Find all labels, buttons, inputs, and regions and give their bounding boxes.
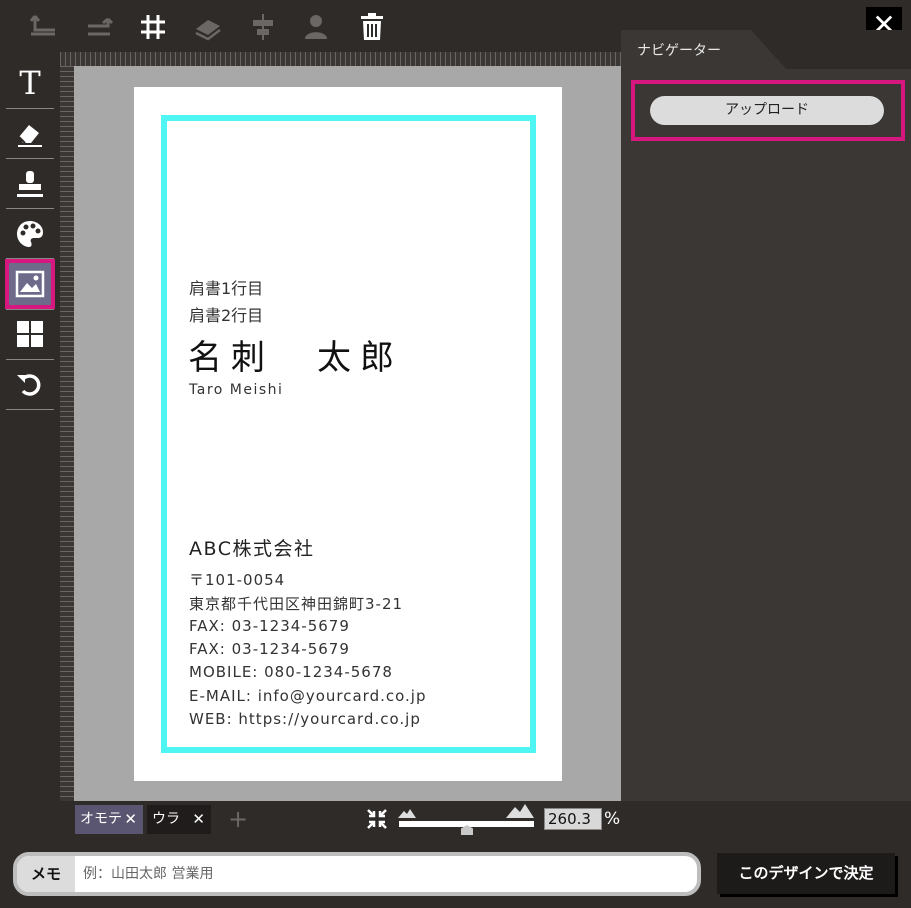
close-icon[interactable]: ✕ [192, 805, 205, 834]
business-card[interactable]: 肩書1行目 肩書2行目 名刺 太郎 Taro Meishi ABC株式会社 〒1… [134, 87, 562, 781]
close-icon[interactable]: ✕ [124, 805, 137, 834]
layout-icon[interactable] [5, 309, 55, 359]
zoom-in-icon[interactable] [506, 803, 534, 818]
navigator-tab-label: ナビゲーター [637, 43, 721, 59]
card-address-line[interactable]: 東京都千代田区神田錦町3-21 [189, 593, 403, 614]
page-tab-label: ウラ [152, 811, 180, 827]
trash-icon[interactable] [355, 10, 389, 44]
card-company[interactable]: ABC株式会社 [189, 534, 314, 561]
divider [6, 409, 54, 410]
horizontal-ruler [60, 52, 621, 66]
design-canvas[interactable]: 肩書1行目 肩書2行目 名刺 太郎 Taro Meishi ABC株式会社 〒1… [74, 66, 621, 801]
card-title-line2[interactable]: 肩書2行目 [189, 302, 263, 326]
vertical-ruler [60, 66, 74, 801]
palette-icon[interactable] [5, 209, 55, 259]
image-icon[interactable] [5, 259, 55, 309]
confirm-design-button[interactable]: このデザインで決定 [717, 853, 895, 894]
navigator-panel [621, 69, 911, 801]
add-page-button[interactable]: + [228, 805, 248, 833]
card-address-line[interactable]: MOBILE: 080-1234-5678 [189, 663, 393, 681]
card-address-line[interactable]: E-MAIL: info@yourcard.co.jp [189, 687, 426, 705]
text-icon[interactable]: T [5, 58, 55, 108]
zoom-input[interactable] [544, 808, 602, 830]
card-address-line[interactable]: FAX: 03-1234-5679 [189, 617, 350, 635]
undo-icon[interactable] [27, 10, 61, 44]
rotate-icon[interactable] [5, 359, 55, 409]
card-name[interactable]: 名刺 太郎 [188, 330, 403, 379]
card-address-line[interactable]: 〒101-0054 [189, 569, 285, 590]
card-address-line[interactable]: FAX: 03-1234-5679 [189, 640, 350, 658]
zoom-unit: % [604, 809, 621, 829]
user-icon[interactable] [300, 10, 334, 44]
page-tab-label: オモテ [80, 811, 122, 827]
left-toolbar: T [0, 56, 60, 801]
upload-button[interactable]: アップロード [650, 96, 884, 125]
zoom-out-icon[interactable] [398, 808, 416, 818]
grid-icon[interactable] [136, 10, 170, 44]
page-tab-front[interactable]: オモテ ✕ [75, 805, 143, 834]
card-address-line[interactable]: WEB: https://yourcard.co.jp [189, 710, 421, 728]
memo-field[interactable]: メモ [13, 852, 701, 896]
redo-icon[interactable] [82, 10, 116, 44]
eraser-icon[interactable] [5, 109, 55, 159]
card-title-line1[interactable]: 肩書1行目 [189, 275, 263, 299]
memo-input[interactable] [83, 856, 693, 892]
layer-icon[interactable] [191, 10, 225, 44]
fit-screen-icon[interactable] [366, 808, 388, 830]
card-name-roman[interactable]: Taro Meishi [189, 382, 283, 398]
align-center-icon[interactable] [246, 10, 280, 44]
page-tab-back[interactable]: ウラ ✕ [147, 805, 211, 834]
memo-label: メモ [17, 856, 75, 892]
stamp-icon[interactable] [5, 159, 55, 209]
